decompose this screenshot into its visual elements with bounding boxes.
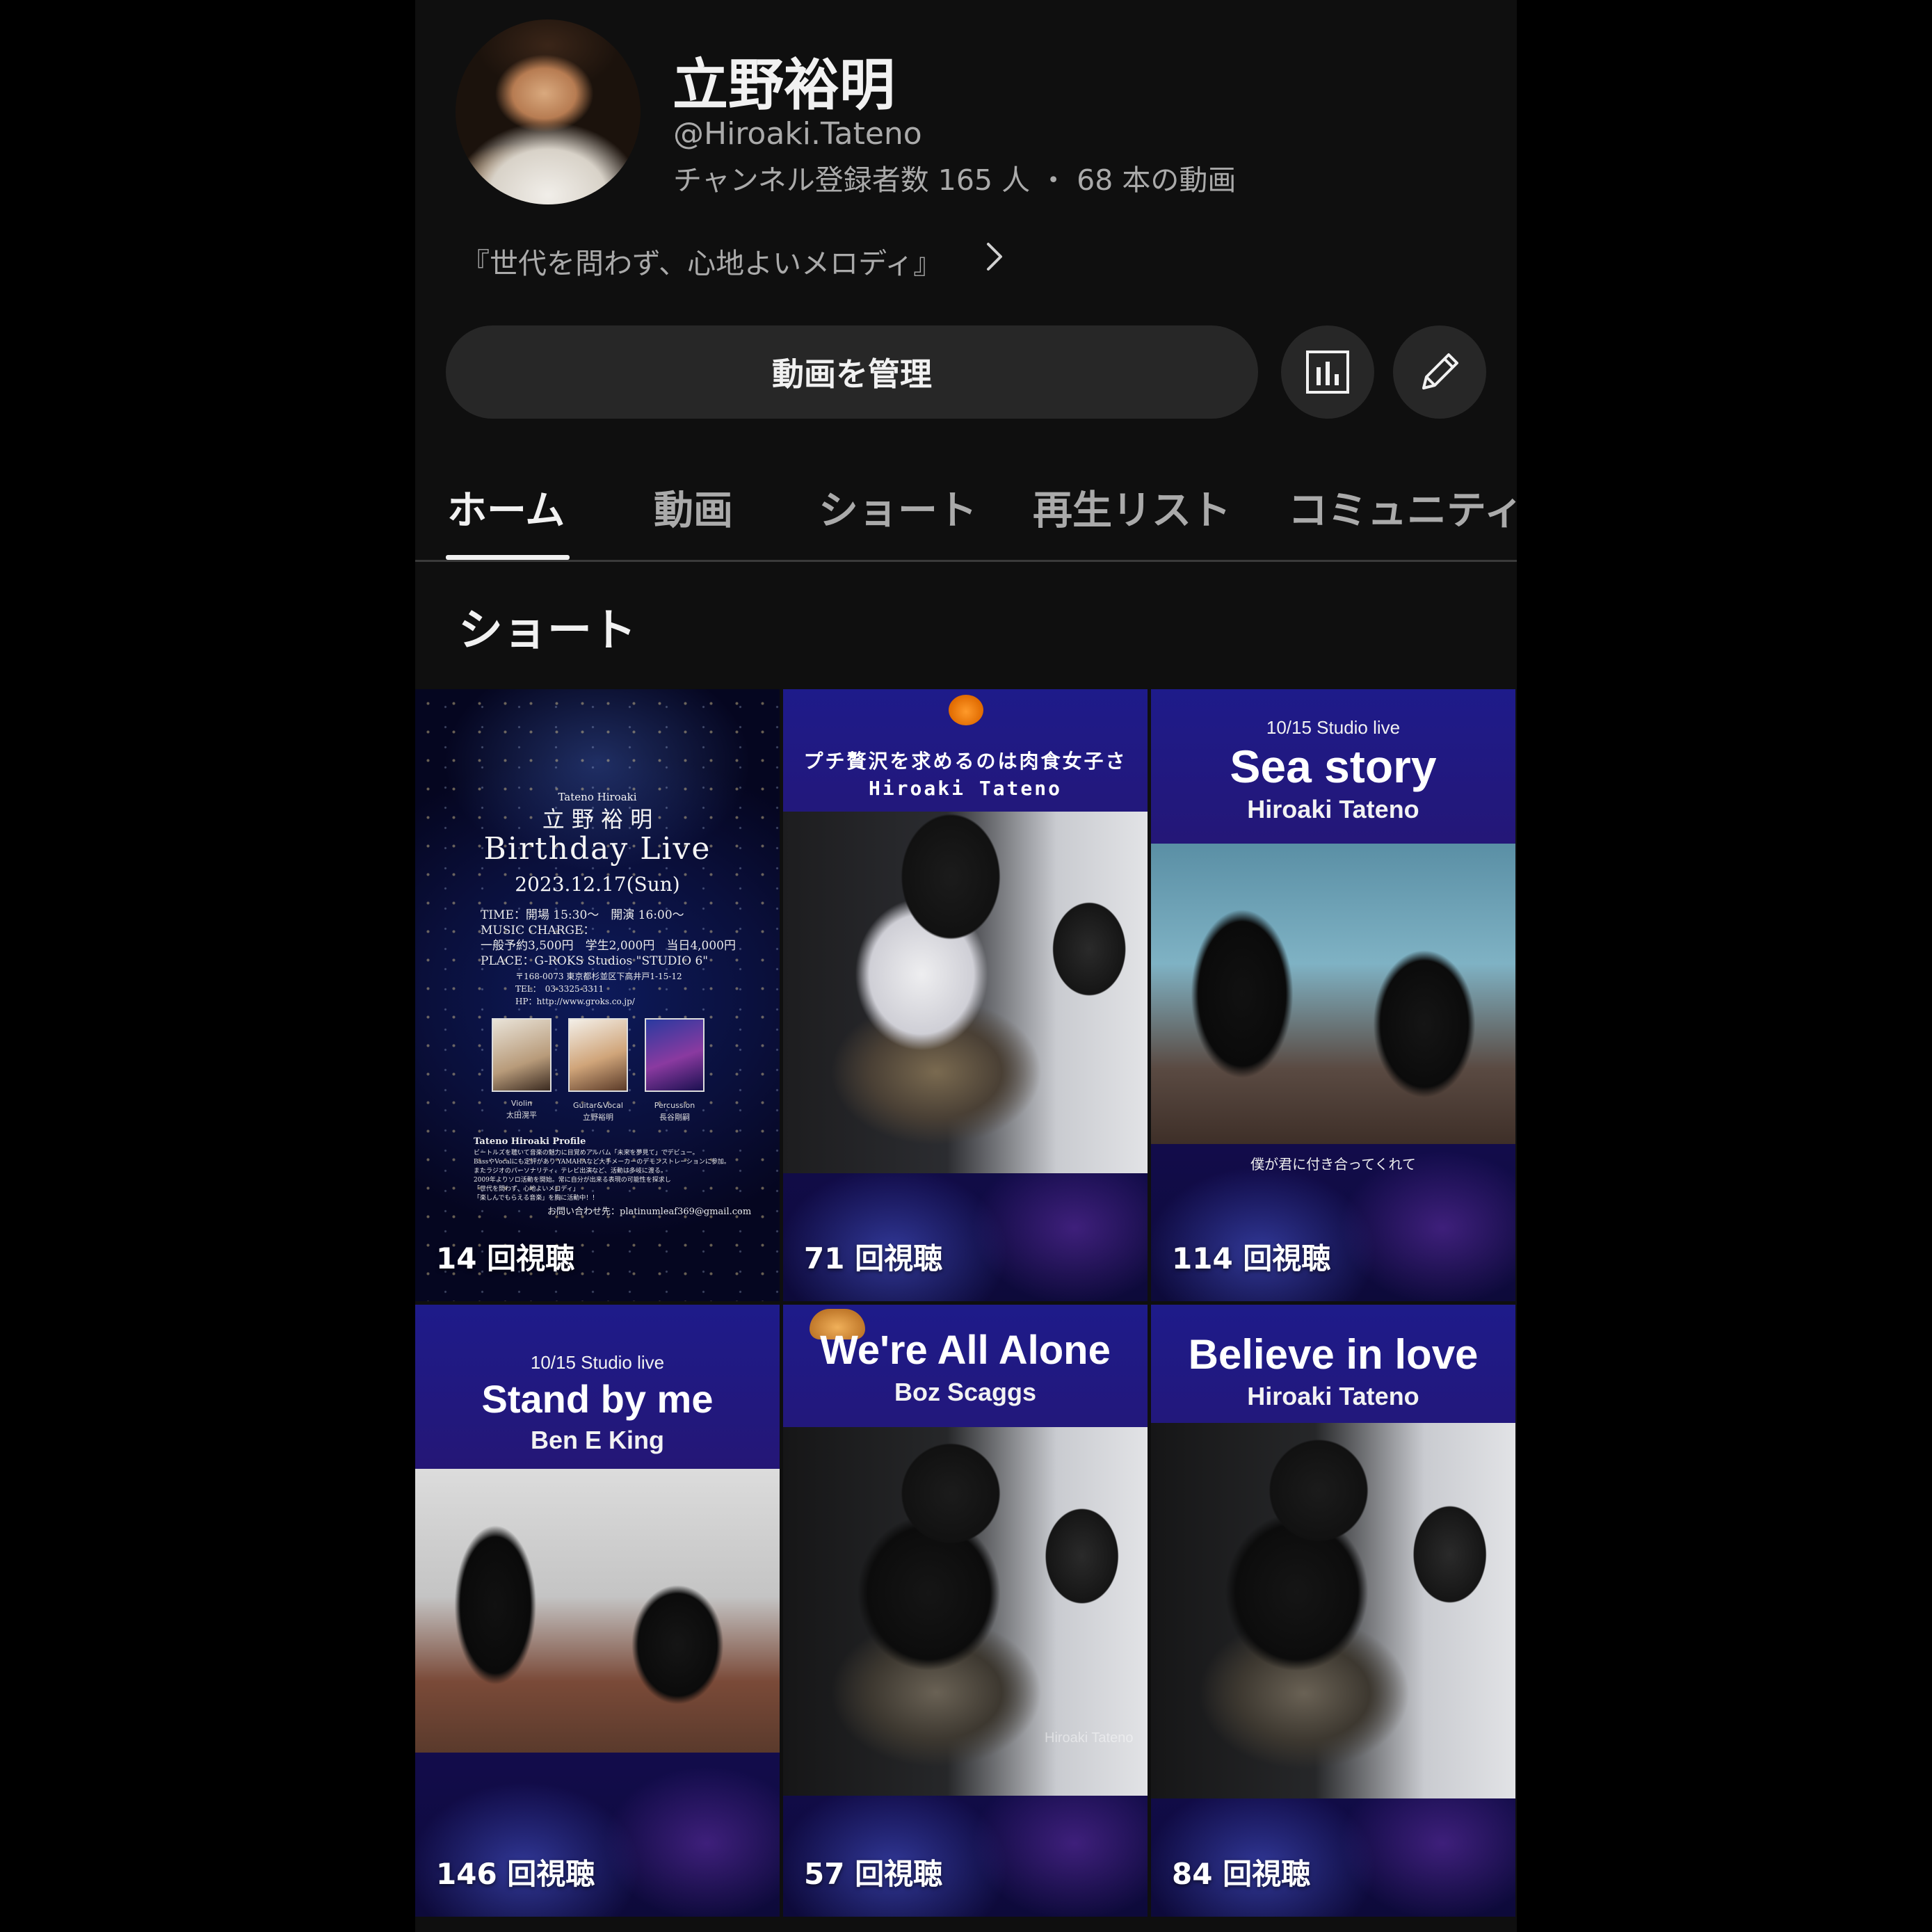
overlay-band: プチ贅沢を求めるのは肉食女子さ Hiroaki Tateno [783, 689, 1148, 812]
short-tile-3[interactable]: 10/15 Studio live Sea story Hiroaki Tate… [1151, 689, 1515, 1301]
tab-community[interactable]: コミュニティ [1288, 478, 1517, 536]
overlay-title: プチ贅沢を求めるのは肉食女子さ [803, 750, 1127, 773]
overlay-subtitle: Boz Scaggs [894, 1377, 1037, 1406]
video-frame [1151, 844, 1515, 1144]
poster-photo-guitar [568, 1018, 628, 1092]
poster-member-name: 太田滉平 [506, 1111, 537, 1120]
video-watermark: Hiroaki Tateno [1045, 1730, 1134, 1746]
overlay-subtitle: Hiroaki Tateno [1247, 1382, 1419, 1410]
poster-member-part: Violin [510, 1099, 533, 1108]
view-count: 71 回視聴 [804, 1241, 943, 1275]
view-count: 57 回視聴 [804, 1857, 943, 1891]
edit-channel-button[interactable] [1393, 325, 1486, 419]
overlay-subtitle: Ben E King [530, 1425, 664, 1454]
poster-photo-percussion [645, 1018, 705, 1092]
chevron-right-icon[interactable] [976, 239, 1012, 275]
poster-member-part: Guitar&Vocal [573, 1101, 623, 1110]
overlay-band: We're All Alone Boz Scaggs [783, 1328, 1148, 1407]
poster-photo-violin [492, 1018, 552, 1092]
channel-description[interactable]: 『世代を問わず、心地よいメロディ』 [461, 240, 942, 282]
tab-home[interactable]: ホーム [447, 478, 565, 536]
poster-tel: TEL： 03-3325-3311 [515, 984, 604, 994]
poster-hp: HP：http://www.groks.co.jp/ [515, 997, 635, 1006]
tab-shorts[interactable]: ショート [819, 478, 977, 536]
overlay-subtitle: Hiroaki Tateno [868, 777, 1062, 800]
poster-member-name: 長谷剛嗣 [659, 1113, 690, 1122]
video-frame [783, 812, 1148, 1173]
poster-profile-line: BassやVocalにも定評があり YAMAHAなど大手メーカーのデモンストレー… [474, 1159, 730, 1166]
poster-member-part: Percussion [654, 1101, 695, 1110]
short-tile-4[interactable]: 10/15 Studio live Stand by me Ben E King… [415, 1305, 780, 1917]
manage-videos-button[interactable]: 動画を管理 [446, 325, 1258, 419]
overlay-band: 10/15 Studio live Stand by me Ben E King [415, 1352, 780, 1455]
poster-profile-line: またラジオのパーソナリティ、テレビ出演など、活動は多岐に渡る。 [474, 1168, 667, 1175]
overlay-title: Sea story [1230, 741, 1437, 792]
overlay-band: 10/15 Studio live Sea story Hiroaki Tate… [1151, 717, 1515, 824]
overlay-title: Stand by me [481, 1377, 714, 1421]
view-count: 14 回視聴 [436, 1241, 575, 1275]
video-frame [415, 1469, 780, 1753]
poster-profile-line: 「楽しんでもらえる音楽」を胸に活動中！！ [474, 1195, 599, 1202]
channel-handle: @Hiroaki.Tateno [673, 116, 922, 152]
pumpkin-icon [949, 695, 983, 725]
video-frame [1151, 1423, 1515, 1798]
tab-playlists[interactable]: 再生リスト [1033, 478, 1231, 536]
overlay-band: Believe in love Hiroaki Tateno [1151, 1333, 1515, 1411]
active-tab-indicator [446, 555, 570, 560]
overlay-title: Believe in love [1188, 1331, 1479, 1378]
view-count: 146 回視聴 [436, 1857, 595, 1891]
poster-profile-line: ビートルズを聴いて音楽の魅力に目覚めアルバム「未来を夢見て」でデビュー。 [474, 1150, 699, 1157]
overlay-title: We're All Alone [820, 1328, 1111, 1373]
view-count: 84 回視聴 [1172, 1857, 1311, 1891]
tab-videos[interactable]: 動画 [654, 478, 733, 536]
poster-profile-line: 「世代を問わず、心地よいメロディ」 [474, 1186, 579, 1193]
poster-member-name: 立野裕明 [583, 1113, 613, 1122]
shorts-section-title: ショート [458, 605, 636, 657]
short-tile-1[interactable]: Tateno Hiroaki 立 野 裕 明 Birthday Live 202… [415, 689, 780, 1301]
video-caption: 僕が君に付き合ってくれて [1250, 1156, 1416, 1173]
short-tile-6[interactable]: Believe in love Hiroaki Tateno 84 回視聴 [1151, 1305, 1515, 1917]
analytics-button[interactable] [1281, 325, 1374, 419]
channel-page: 立野裕明 @Hiroaki.Tateno チャンネル登録者数 165 人 ・ 6… [415, 0, 1517, 1932]
poster-profile-line: 2009年よりソロ活動を開始。常に自分が出来る表現の可能性を探求し [474, 1177, 671, 1184]
poster-place: PLACE：G-ROKS Studios "STUDIO 6" [481, 954, 709, 968]
poster-address: 〒168-0073 東京都杉並区下高井戸1-15-12 [515, 972, 682, 981]
poster-title: Birthday Live [483, 831, 711, 867]
overlay-small: 10/15 Studio live [1266, 717, 1401, 738]
view-count: 114 回視聴 [1172, 1241, 1331, 1275]
poster-contact: お問い合わせ先：platinumleaf369@gmail.com [547, 1207, 752, 1217]
channel-stats: チャンネル登録者数 165 人 ・ 68 本の動画 [673, 163, 1237, 197]
channel-avatar[interactable] [456, 19, 641, 204]
channel-tabs: ホーム 動画 ショート 再生リスト コミュニティ [415, 459, 1517, 562]
short-tile-2[interactable]: プチ贅沢を求めるのは肉食女子さ Hiroaki Tateno 71 回視聴 [783, 689, 1148, 1301]
bar-chart-icon [1306, 351, 1349, 394]
channel-name: 立野裕明 [673, 53, 895, 118]
overlay-subtitle: Hiroaki Tateno [1247, 795, 1419, 824]
poster-profile-title: Tateno Hiroaki Profile [474, 1136, 586, 1147]
short-tile-5[interactable]: We're All Alone Boz Scaggs Hiroaki Taten… [783, 1305, 1148, 1917]
overlay-small: 10/15 Studio live [530, 1352, 665, 1373]
pencil-icon [1422, 353, 1458, 389]
poster-date: 2023.12.17(Sun) [515, 873, 680, 896]
poster-name: 立 野 裕 明 [542, 806, 653, 832]
